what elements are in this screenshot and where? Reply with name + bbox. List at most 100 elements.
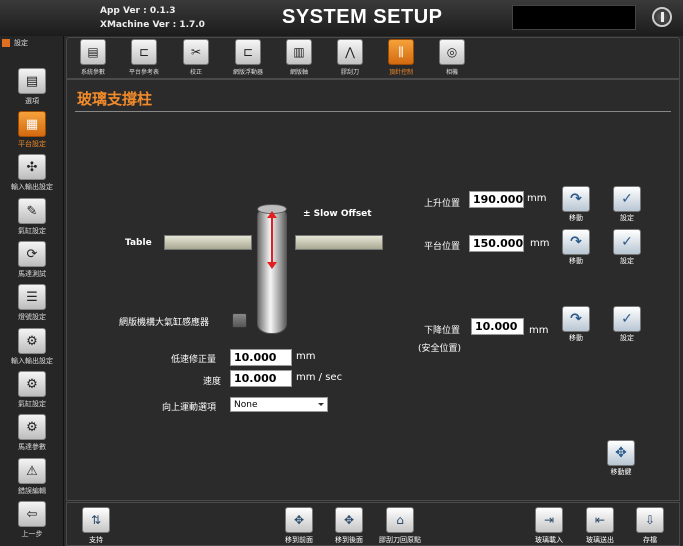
tab-label: 網版軸 bbox=[289, 69, 308, 76]
tab-screen-float[interactable]: ⊏ 網版浮動器 bbox=[222, 39, 274, 79]
squeegee-icon: ⋀ bbox=[337, 39, 363, 65]
down-set-label: 設定 bbox=[620, 334, 634, 342]
sidebar-header-label: 設定 bbox=[14, 39, 28, 47]
low-speed-label: 低速修正量 bbox=[171, 355, 217, 365]
down-move-button[interactable]: ↷ bbox=[562, 306, 590, 332]
down-position-label: 下降位置 bbox=[424, 326, 461, 336]
save-label: 存檔 bbox=[643, 536, 657, 544]
move-back-label: 移到後面 bbox=[335, 536, 363, 544]
rotate-arrow-icon: ↷ bbox=[570, 311, 582, 327]
arrow-up-icon bbox=[267, 211, 277, 218]
slow-offset-label: ± Slow Offset bbox=[303, 209, 372, 219]
check-icon: ✓ bbox=[621, 234, 633, 250]
io-nodes-icon: ✣ bbox=[18, 154, 46, 180]
sidebar: 設定 ▤ 選項 ▦ 平台設定 ✣ 輸入輸出設定 ✎ 氣缸設定 ⟳ 馬達測試 ☰ … bbox=[0, 36, 64, 546]
motor-test-icon: ⟳ bbox=[18, 241, 46, 267]
tab-label: 平台參考表 bbox=[128, 69, 159, 76]
move-front-button[interactable]: ✥ 移到前面 bbox=[274, 507, 324, 545]
move-key-button[interactable]: ✥ bbox=[607, 440, 635, 466]
tab-camera[interactable]: ◎ 相機 bbox=[426, 39, 478, 79]
move-back-button[interactable]: ✥ 移到後面 bbox=[324, 507, 374, 545]
sidebar-item-light[interactable]: ☰ 燈號設定 bbox=[0, 284, 64, 327]
tab-bar: ▤ 系統參數 ⊏ 平台參考表 ✂ 校正 ⊏ 網版浮動器 ▥ 網版軸 ⋀ 膠刮刀 … bbox=[66, 37, 680, 79]
sidebar-item-io-2[interactable]: ⚙ 輸入輸出設定 bbox=[0, 328, 64, 371]
tab-screen-axis[interactable]: ▥ 網版軸 bbox=[273, 39, 325, 79]
chevron-down-icon bbox=[318, 403, 324, 406]
save-button[interactable]: ⇩ 存檔 bbox=[625, 507, 675, 545]
up-position-input[interactable]: 190.000 bbox=[469, 191, 524, 208]
sidebar-item-motor-test[interactable]: ⟳ 馬達測試 bbox=[0, 241, 64, 284]
tab-ejector-pin[interactable]: ⫼ 頂針控制 bbox=[375, 39, 427, 79]
sidebar-header: 設定 bbox=[2, 38, 62, 52]
tab-squeegee[interactable]: ⋀ 膠刮刀 bbox=[324, 39, 376, 79]
sidebar-item-label: 平台設定 bbox=[18, 140, 46, 148]
table-label: Table bbox=[125, 238, 152, 248]
warning-icon: ⚠ bbox=[18, 458, 46, 484]
tab-label: 相機 bbox=[445, 69, 458, 76]
rotate-arrow-icon: ↷ bbox=[570, 191, 582, 207]
section-title: 玻璃支撐柱 bbox=[77, 90, 153, 108]
sidebar-item-cylinder-2[interactable]: ⚙ 氣缸設定 bbox=[0, 371, 64, 414]
motor-params-icon: ⚙ bbox=[18, 414, 46, 440]
system-params-icon: ▤ bbox=[80, 39, 106, 65]
sensor-indicator bbox=[232, 313, 247, 328]
up-position-label: 上升位置 bbox=[424, 199, 461, 209]
glass-out-icon: ⇤ bbox=[586, 507, 614, 533]
status-display bbox=[512, 5, 636, 30]
title-bar: App Ver : 0.1.3 XMachine Ver : 1.7.0 SYS… bbox=[0, 0, 683, 36]
sidebar-item-io[interactable]: ✣ 輸入輸出設定 bbox=[0, 154, 64, 197]
sidebar-item-platform[interactable]: ▦ 平台設定 bbox=[0, 111, 64, 154]
platform-move-button[interactable]: ↷ bbox=[562, 229, 590, 255]
sidebar-item-error-edit[interactable]: ⚠ 錯誤編輯 bbox=[0, 458, 64, 501]
platform-set-button[interactable]: ✓ bbox=[613, 229, 641, 255]
screen-axis-icon: ▥ bbox=[286, 39, 312, 65]
sidebar-item-label: 馬達參數 bbox=[18, 443, 46, 451]
low-speed-unit: mm bbox=[296, 351, 316, 362]
page-title: SYSTEM SETUP bbox=[282, 6, 443, 28]
platform-position-label: 平台位置 bbox=[424, 242, 461, 252]
tab-platform-table[interactable]: ⊏ 平台參考表 bbox=[118, 39, 170, 79]
up-set-button[interactable]: ✓ bbox=[613, 186, 641, 212]
tab-label: 頂針控制 bbox=[388, 69, 413, 76]
main-panel: 玻璃支撐柱 Table ± Slow Offset 網版機構大氣缸感應器 低速修… bbox=[66, 79, 680, 501]
sidebar-item-options[interactable]: ▤ 選項 bbox=[0, 68, 64, 111]
sensor-label: 網版機構大氣缸感應器 bbox=[119, 318, 210, 328]
power-icon[interactable] bbox=[652, 7, 672, 27]
upward-option-value: None bbox=[234, 400, 258, 410]
save-icon: ⇩ bbox=[636, 507, 664, 533]
support-button[interactable]: ⇅ 支持 bbox=[71, 507, 121, 545]
tab-label: 校正 bbox=[189, 69, 202, 76]
glass-out-label: 玻璃送出 bbox=[586, 536, 614, 544]
support-icon: ⇅ bbox=[82, 507, 110, 533]
rotate-arrow-icon: ↷ bbox=[570, 234, 582, 250]
cylinder-wrench-icon: ✎ bbox=[18, 198, 46, 224]
light-signal-icon: ☰ bbox=[18, 284, 46, 310]
down-set-button[interactable]: ✓ bbox=[613, 306, 641, 332]
sidebar-item-back[interactable]: ⇦ 上一步 bbox=[0, 501, 64, 544]
check-icon: ✓ bbox=[621, 311, 633, 327]
speed-input[interactable]: 10.000 bbox=[230, 370, 292, 387]
down-position-input[interactable]: 10.000 bbox=[471, 318, 524, 335]
glass-out-button[interactable]: ⇤ 玻璃送出 bbox=[575, 507, 625, 545]
sidebar-item-motor-params[interactable]: ⚙ 馬達參數 bbox=[0, 414, 64, 457]
platform-position-unit: mm bbox=[530, 238, 550, 249]
sidebar-item-cylinder[interactable]: ✎ 氣缸設定 bbox=[0, 198, 64, 241]
sidebar-item-label: 氣缸設定 bbox=[18, 400, 46, 408]
up-position-unit: mm bbox=[527, 193, 547, 204]
io-gear-icon: ⚙ bbox=[18, 328, 46, 354]
low-speed-input[interactable]: 10.000 bbox=[230, 349, 292, 366]
upward-option-label: 向上運動選項 bbox=[162, 403, 217, 413]
move-back-icon: ✥ bbox=[335, 507, 363, 533]
up-move-button[interactable]: ↷ bbox=[562, 186, 590, 212]
tab-system-params[interactable]: ▤ 系統參數 bbox=[67, 39, 119, 79]
squeegee-home-icon: ⌂ bbox=[386, 507, 414, 533]
upward-option-select[interactable]: None bbox=[230, 397, 328, 412]
down-move-label: 移動 bbox=[569, 334, 583, 342]
glass-load-button[interactable]: ⇥ 玻璃載入 bbox=[524, 507, 574, 545]
squeegee-home-button[interactable]: ⌂ 膠刮刀回原點 bbox=[375, 507, 425, 545]
tab-calibrate[interactable]: ✂ 校正 bbox=[170, 39, 222, 79]
platform-move-label: 移動 bbox=[569, 257, 583, 265]
speed-label: 速度 bbox=[203, 377, 222, 387]
move-front-label: 移到前面 bbox=[285, 536, 313, 544]
platform-position-input[interactable]: 150.000 bbox=[469, 235, 524, 252]
